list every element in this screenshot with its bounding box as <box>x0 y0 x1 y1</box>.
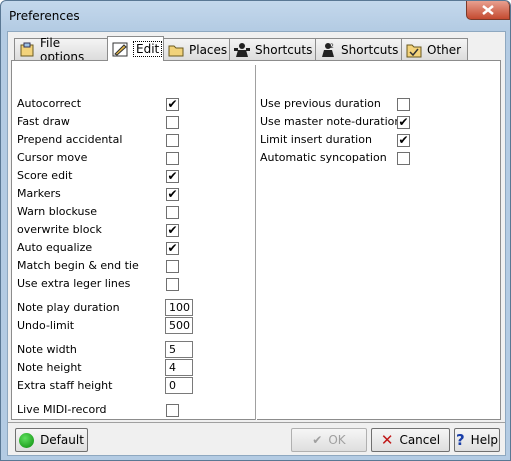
option-checkbox[interactable]: ✔ <box>166 170 179 183</box>
option-checkbox[interactable] <box>166 260 179 273</box>
tab-label: Places <box>189 42 228 57</box>
option-label: Auto equalize <box>17 241 93 254</box>
field-label: Extra staff height <box>17 379 113 392</box>
tab-label: Shortcuts <box>341 42 399 57</box>
field-label: Note width <box>17 343 77 356</box>
other-folder-icon <box>406 42 422 58</box>
svg-text:2: 2 <box>330 43 334 50</box>
preferences-window: Preferences File options Edit Places Sho… <box>0 0 511 461</box>
option-label: Use extra leger lines <box>17 277 131 290</box>
option-label: Autocorrect <box>17 97 82 110</box>
green-circle-icon <box>19 432 35 448</box>
default-button-label: Default <box>40 433 84 447</box>
cancel-x-icon: ✕ <box>380 431 394 449</box>
option-label: Limit insert duration <box>260 133 372 146</box>
field-label: Note height <box>17 361 82 374</box>
file-options-icon <box>19 42 35 58</box>
option-checkbox[interactable] <box>166 134 179 147</box>
option-checkbox[interactable]: ✔ <box>166 242 179 255</box>
ok-button-label: OK <box>328 433 346 447</box>
option-checkbox[interactable]: ✔ <box>397 134 410 147</box>
tab-shortcuts-2[interactable]: 2 Shortcuts <box>315 38 402 60</box>
numeric-input[interactable]: 100 <box>165 299 193 316</box>
option-checkbox[interactable] <box>166 116 179 129</box>
title-bar: Preferences <box>1 1 510 31</box>
option-checkbox[interactable]: ✔ <box>166 224 179 237</box>
tab-label: Shortcuts <box>255 42 313 57</box>
tab-file-options[interactable]: File options <box>14 36 108 64</box>
numeric-input[interactable]: 500 <box>165 317 193 334</box>
numeric-input[interactable]: 5 <box>165 341 193 358</box>
option-label: Automatic syncopation <box>260 151 387 164</box>
tab-other[interactable]: Other <box>401 38 468 60</box>
cancel-button-label: Cancel <box>399 433 441 447</box>
folder-icon <box>168 42 184 58</box>
option-label: Warn blockuse <box>17 205 98 218</box>
option-checkbox[interactable] <box>397 152 410 165</box>
default-button[interactable]: Default <box>15 428 88 452</box>
option-checkbox[interactable] <box>166 152 179 165</box>
live-midi-checkbox[interactable] <box>166 404 179 417</box>
option-label: Score edit <box>17 169 73 182</box>
cancel-button[interactable]: ✕ Cancel <box>371 428 450 452</box>
option-label: Prepend accidental <box>17 133 123 146</box>
window-controls <box>466 1 510 20</box>
help-question-icon: ? <box>455 431 465 449</box>
close-icon <box>482 5 494 15</box>
column-divider <box>255 65 256 420</box>
option-checkbox[interactable] <box>166 206 179 219</box>
tab-edit[interactable]: Edit <box>107 36 164 61</box>
field-label: Undo-limit <box>17 319 75 332</box>
edit-icon <box>112 41 128 57</box>
option-checkbox[interactable]: ✔ <box>397 116 410 129</box>
button-separator <box>8 422 505 423</box>
option-label: Match begin & end tie <box>17 259 139 272</box>
tab-label: Other <box>427 42 462 57</box>
option-label: Fast draw <box>17 115 70 128</box>
field-label: Note play duration <box>17 301 120 314</box>
option-checkbox[interactable]: ✔ <box>166 98 179 111</box>
tab-shortcuts-1[interactable]: Shortcuts <box>229 38 316 60</box>
numeric-input[interactable]: 4 <box>165 359 193 376</box>
option-checkbox[interactable] <box>166 278 179 291</box>
option-label: Use previous duration <box>260 97 381 110</box>
checkmark-icon: ✔ <box>312 433 323 447</box>
help-button[interactable]: ? Help <box>454 428 500 452</box>
tab-places[interactable]: Places <box>163 38 230 60</box>
option-label: Markers <box>17 187 61 200</box>
option-checkbox[interactable]: ✔ <box>166 188 179 201</box>
shortcuts-person-icon <box>234 42 250 58</box>
window-title: Preferences <box>9 9 80 23</box>
help-button-label: Help <box>470 433 499 447</box>
tab-label: Edit <box>133 41 163 57</box>
live-midi-label: Live MIDI-record <box>17 403 107 416</box>
option-label: Use master note-duration <box>260 115 402 128</box>
edit-tab-panel: Autocorrect ✔ Fast draw Prepend accidental C… <box>11 60 501 420</box>
ok-button[interactable]: ✔ OK <box>291 428 367 452</box>
dialog-client: File options Edit Places Shortcuts 2 Sho… <box>7 31 506 456</box>
shortcuts-person-2-icon: 2 <box>320 42 336 58</box>
option-checkbox[interactable] <box>397 98 410 111</box>
option-label: Cursor move <box>17 151 88 164</box>
numeric-input[interactable]: 0 <box>165 377 193 394</box>
option-label: overwrite block <box>17 223 102 236</box>
close-window-button[interactable] <box>466 1 510 20</box>
